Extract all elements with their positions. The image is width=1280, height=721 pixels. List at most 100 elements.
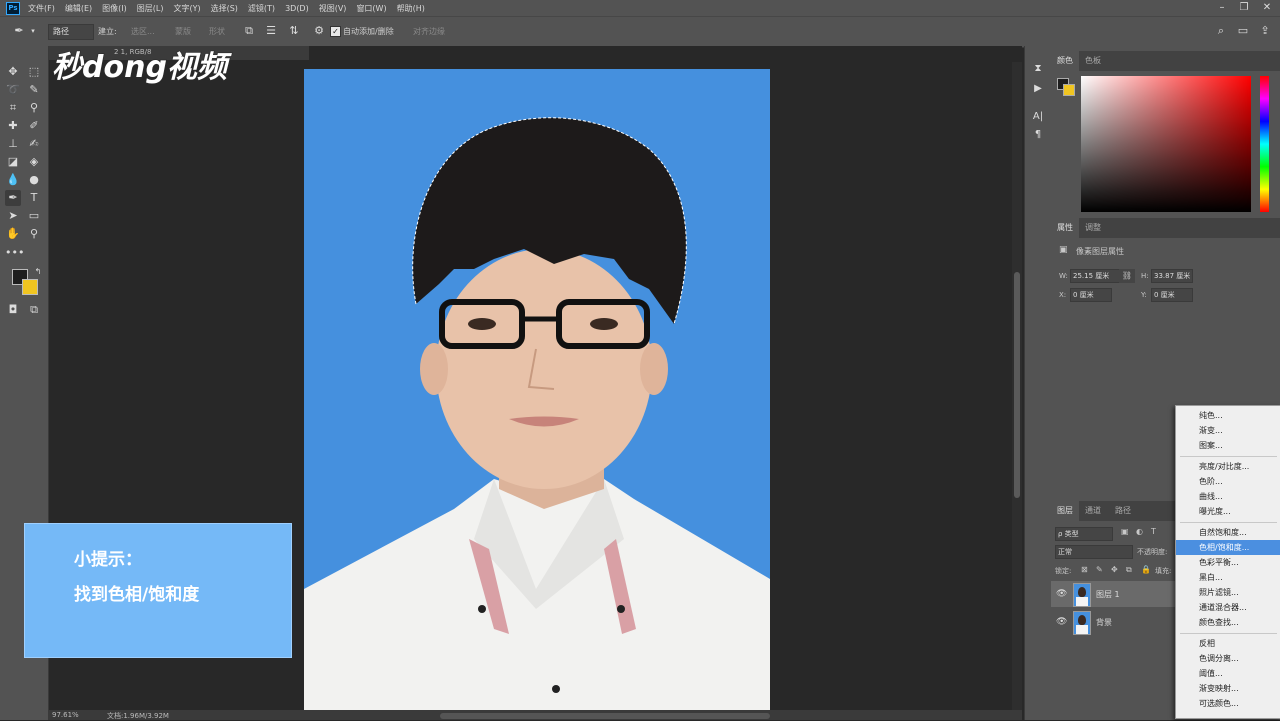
link-icon[interactable]: ⛓ (1119, 269, 1135, 283)
crop-tool-icon[interactable]: ⌗ (5, 100, 21, 116)
filter-adjustment-icon[interactable]: ◐ (1136, 527, 1143, 536)
lock-transparency-icon[interactable]: ⊠ (1081, 565, 1088, 574)
shape-button[interactable]: 形状 (209, 26, 225, 37)
pen-tool-icon[interactable]: ✒ (5, 190, 21, 206)
menu-item-selective-color[interactable]: 可选颜色... (1176, 696, 1280, 711)
menu-item-color-lookup[interactable]: 颜色查找... (1176, 615, 1280, 630)
filter-pixel-icon[interactable]: ▣ (1121, 527, 1129, 536)
hand-tool-icon[interactable]: ✋ (5, 226, 21, 242)
move-tool-icon[interactable]: ✥ (5, 64, 21, 80)
tab-adjustments[interactable]: 调整 (1079, 218, 1107, 238)
menu-layer[interactable]: 图层(L) (137, 3, 164, 14)
history-brush-tool-icon[interactable]: ✍ (26, 136, 42, 152)
paint-bucket-tool-icon[interactable]: ◈ (26, 154, 42, 170)
hue-slider[interactable] (1260, 76, 1269, 212)
align-edges-label[interactable]: 对齐边缘 (413, 26, 445, 37)
auto-add-delete-checkbox[interactable]: ✓ (330, 26, 341, 37)
color-picker-field[interactable] (1081, 76, 1251, 212)
brush-tool-icon[interactable]: ✐ (26, 118, 42, 134)
vertical-scroll-thumb[interactable] (1014, 272, 1020, 498)
menu-item-pattern[interactable]: 图案... (1176, 438, 1280, 453)
zoom-tool-icon[interactable]: ⚲ (26, 226, 42, 242)
background-color-swatch[interactable] (22, 279, 38, 295)
layer-filter-select[interactable]: ρ 类型 (1055, 527, 1113, 541)
share-icon[interactable]: ⇪ (1258, 24, 1272, 38)
visibility-eye-icon[interactable]: 👁 (1056, 617, 1067, 627)
menu-window[interactable]: 窗口(W) (356, 3, 386, 14)
y-field[interactable]: 0 厘米 (1151, 288, 1193, 302)
tab-layers[interactable]: 图层 (1051, 501, 1079, 521)
paragraph-panel-icon[interactable]: ¶ (1031, 128, 1045, 142)
menu-help[interactable]: 帮助(H) (397, 3, 425, 14)
marquee-tool-icon[interactable]: ⬚ (26, 64, 42, 80)
character-panel-icon[interactable]: A| (1031, 110, 1045, 124)
tab-paths[interactable]: 路径 (1109, 501, 1137, 521)
menu-edit[interactable]: 编辑(E) (65, 3, 92, 14)
menu-image[interactable]: 图像(I) (102, 3, 127, 14)
menu-item-gradient[interactable]: 渐变... (1176, 423, 1280, 438)
menu-item-threshold[interactable]: 阈值... (1176, 666, 1280, 681)
zoom-level[interactable]: 97.61% (52, 711, 79, 719)
menu-item-photo-filter[interactable]: 照片滤镜... (1176, 585, 1280, 600)
swap-colors-icon[interactable]: ↰ (30, 264, 46, 280)
lock-all-icon[interactable]: 🔒 (1141, 565, 1151, 574)
type-tool-icon[interactable]: T (26, 190, 42, 206)
dodge-tool-icon[interactable]: ● (26, 172, 42, 188)
menu-item-levels[interactable]: 色阶... (1176, 474, 1280, 489)
horizontal-scroll-thumb[interactable] (440, 713, 770, 719)
path-alignment-icon[interactable]: ☰ (264, 24, 278, 38)
menu-item-exposure[interactable]: 曝光度... (1176, 504, 1280, 519)
eraser-tool-icon[interactable]: ◪ (5, 154, 21, 170)
pen-tool-preset-icon[interactable]: ✒ (12, 24, 26, 38)
screen-mode-icon[interactable]: ⧉ (26, 302, 42, 318)
lock-artboard-icon[interactable]: ⧉ (1126, 565, 1132, 575)
rectangle-tool-icon[interactable]: ▭ (26, 208, 42, 224)
gear-icon[interactable]: ⚙ (312, 24, 326, 38)
menu-view[interactable]: 视图(V) (319, 3, 347, 14)
tab-channels[interactable]: 通道 (1079, 501, 1107, 521)
pen-mode-select[interactable]: 路径 (48, 24, 94, 40)
lock-pixels-icon[interactable]: ✎ (1096, 565, 1103, 574)
menu-type[interactable]: 文字(Y) (173, 3, 200, 14)
menu-item-vibrance[interactable]: 自然饱和度... (1176, 525, 1280, 540)
blur-tool-icon[interactable]: 💧 (5, 172, 21, 188)
workspace-icon[interactable]: ▭ (1236, 24, 1250, 38)
menu-item-curves[interactable]: 曲线... (1176, 489, 1280, 504)
path-arrangement-icon[interactable]: ⇅ (287, 24, 301, 38)
height-field[interactable]: 33.87 厘米 (1151, 269, 1193, 283)
tab-swatches[interactable]: 色板 (1079, 51, 1107, 71)
actions-play-icon[interactable]: ▶ (1031, 82, 1045, 96)
chevron-down-icon[interactable]: ▾ (26, 24, 40, 38)
mask-button[interactable]: 蒙版 (175, 26, 191, 37)
visibility-eye-icon[interactable]: 👁 (1056, 589, 1067, 599)
more-tools-icon[interactable]: ••• (5, 245, 24, 261)
vertical-scrollbar[interactable] (1012, 62, 1022, 710)
menu-filter[interactable]: 滤镜(T) (248, 3, 275, 14)
search-icon[interactable]: ⌕ (1214, 24, 1228, 38)
menu-item-solid-color[interactable]: 纯色... (1176, 408, 1280, 423)
color-panel-background-swatch[interactable] (1063, 84, 1075, 96)
menu-item-brightness-contrast[interactable]: 亮度/对比度... (1176, 459, 1280, 474)
eyedropper-tool-icon[interactable]: ⚲ (26, 100, 42, 116)
menu-item-channel-mixer[interactable]: 通道混合器... (1176, 600, 1280, 615)
path-selection-tool-icon[interactable]: ➤ (5, 208, 21, 224)
x-field[interactable]: 0 厘米 (1070, 288, 1112, 302)
menu-item-hue-saturation[interactable]: 色相/饱和度... (1176, 540, 1280, 555)
minimize-icon[interactable]: – (1216, 2, 1228, 14)
menu-select[interactable]: 选择(S) (211, 3, 238, 14)
canvas-photo[interactable] (304, 69, 770, 720)
filter-type-icon[interactable]: T (1151, 527, 1156, 536)
menu-item-invert[interactable]: 反相 (1176, 636, 1280, 651)
menu-item-gradient-map[interactable]: 渐变映射... (1176, 681, 1280, 696)
menu-item-posterize[interactable]: 色调分离... (1176, 651, 1280, 666)
lock-position-icon[interactable]: ✥ (1111, 565, 1118, 574)
quick-mask-icon[interactable]: ◘ (5, 302, 21, 318)
quick-selection-tool-icon[interactable]: ✎ (26, 82, 42, 98)
path-operations-icon[interactable]: ⧉ (242, 24, 256, 38)
history-panel-icon[interactable]: ⧗ (1031, 62, 1045, 76)
menu-item-black-white[interactable]: 黑白... (1176, 570, 1280, 585)
tab-properties[interactable]: 属性 (1051, 218, 1079, 238)
lasso-tool-icon[interactable]: ➰ (5, 82, 21, 98)
blend-mode-select[interactable]: 正常 (1055, 545, 1133, 559)
tab-color[interactable]: 颜色 (1051, 51, 1079, 71)
